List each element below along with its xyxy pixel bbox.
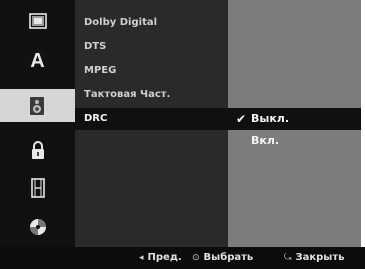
menu-item-mpeg[interactable]: MPEG (75, 60, 228, 82)
hint-prev-label: Пред. (147, 252, 182, 263)
check-icon: ✔ (235, 112, 247, 126)
option-values-panel: ✔ Выкл. Вкл. (228, 0, 361, 247)
disc-icon[interactable] (0, 210, 75, 243)
audio-options-list: Dolby Digital DTS MPEG Тактовая Част. DR… (75, 0, 228, 247)
language-icon[interactable]: A (0, 45, 75, 78)
hint-close-label: Закрыть (295, 252, 345, 263)
speaker-icon[interactable] (0, 89, 75, 122)
dvd-setup-screen: A Dolby Digital DTS MPEG Тактовая Част. … (0, 0, 361, 269)
lock-icon[interactable] (0, 133, 75, 166)
film-icon[interactable] (0, 171, 75, 204)
return-icon: ⤿ (284, 253, 292, 263)
category-icon-column: A (0, 0, 75, 247)
hint-select: ⊙ Выбрать (192, 247, 253, 269)
value-item-on[interactable]: Вкл. (228, 130, 361, 152)
value-label: Вкл. (251, 134, 280, 147)
menu-item-dts[interactable]: DTS (75, 36, 228, 58)
value-label: Выкл. (251, 112, 290, 125)
value-item-off[interactable]: ✔ Выкл. (228, 108, 361, 130)
bottom-hint-bar: ◂ Пред. ⊙ Выбрать ⤿ Закрыть (0, 247, 365, 269)
menu-item-drc[interactable]: DRC (75, 108, 228, 130)
hint-close: ⤿ Закрыть (284, 247, 344, 269)
hint-select-label: Выбрать (203, 252, 254, 263)
disc-tray-icon[interactable] (0, 4, 75, 37)
menu-item-sampling-freq[interactable]: Тактовая Част. (75, 84, 228, 106)
menu-item-dolby-digital[interactable]: Dolby Digital (75, 12, 228, 34)
hint-prev: ◂ Пред. (139, 247, 182, 269)
select-button-icon: ⊙ (192, 253, 200, 263)
arrow-left-icon: ◂ (139, 253, 144, 263)
